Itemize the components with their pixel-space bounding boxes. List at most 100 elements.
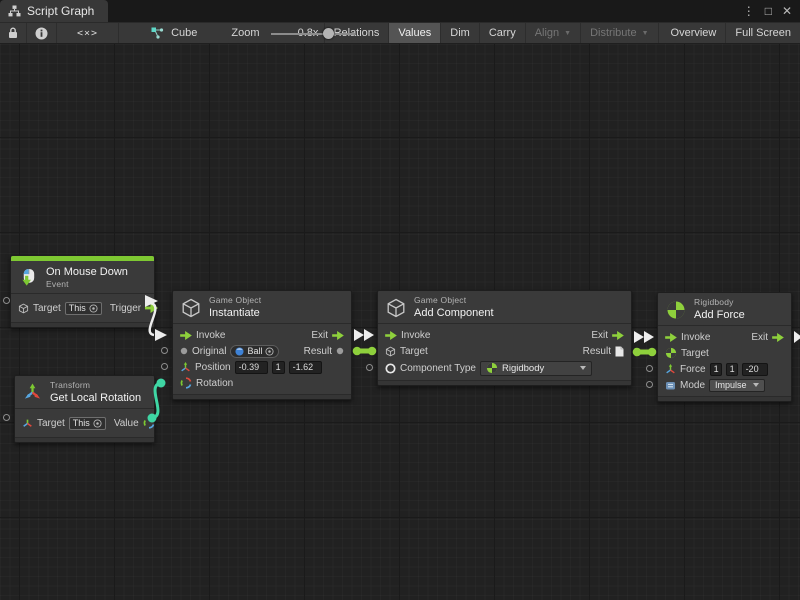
object-picker-icon[interactable] — [93, 419, 102, 428]
wire-arrowhead — [794, 331, 800, 343]
force-z-field[interactable]: -20 — [742, 363, 768, 376]
node-footer — [173, 394, 351, 399]
node-header[interactable]: Rigidbody Add Force — [658, 293, 791, 326]
wire-arrowhead — [354, 329, 364, 341]
type-port-icon[interactable] — [385, 363, 396, 374]
rotation-icon[interactable] — [143, 417, 155, 429]
node-header[interactable]: Transform Get Local Rotation — [15, 376, 154, 409]
zoom-slider[interactable] — [271, 23, 285, 45]
ball-icon — [235, 347, 244, 356]
node-add-component[interactable]: Game Object Add Component Invoke Exit — [377, 290, 632, 386]
rigidbody-icon[interactable] — [665, 347, 677, 359]
node-category: Transform — [50, 380, 141, 391]
tab-script-graph[interactable]: Script Graph — [0, 0, 108, 22]
mouse-icon — [19, 268, 38, 287]
port-circle[interactable] — [161, 363, 168, 370]
zoom-label: Zoom — [225, 23, 265, 43]
port-circle[interactable] — [646, 365, 653, 372]
position-port-label: Position — [195, 362, 231, 373]
wire-arrowhead — [634, 331, 644, 343]
node-on-mouse-down[interactable]: On Mouse Down Event Target This — [10, 255, 155, 328]
node-category: Rigidbody — [694, 297, 745, 308]
force-y-field[interactable]: 1 — [726, 363, 738, 376]
flow-arrow-icon[interactable] — [145, 303, 158, 313]
code-view-button[interactable]: <×> — [57, 23, 119, 43]
node-footer — [11, 322, 154, 327]
node-header[interactable]: Game Object Instantiate — [173, 291, 351, 324]
enum-icon[interactable] — [665, 380, 676, 391]
chevron-down-icon: ▼ — [642, 30, 649, 37]
node-header[interactable]: Game Object Add Component — [378, 291, 631, 324]
port-circle[interactable] — [161, 347, 168, 354]
object-picker-icon[interactable] — [265, 347, 274, 356]
node-footer — [15, 437, 154, 442]
node-header[interactable]: On Mouse Down Event — [11, 261, 154, 294]
cube-icon — [181, 298, 201, 318]
node-title: On Mouse Down — [46, 265, 128, 279]
rotation-icon[interactable] — [180, 377, 192, 389]
zoom-slider-track[interactable] — [271, 33, 355, 35]
port-circle[interactable] — [646, 381, 653, 388]
cube-icon — [386, 298, 406, 318]
port-circle[interactable] — [3, 297, 10, 304]
toolbar: <×> Cube Zoom 0.8x Relations Values — [0, 22, 800, 44]
port-circle[interactable] — [3, 414, 10, 421]
mode-dropdown[interactable]: Impulse — [709, 379, 765, 392]
force-x-field[interactable]: 1 — [710, 363, 722, 376]
position-z-field[interactable]: -1.62 — [289, 361, 322, 374]
script-graph-tab-icon — [8, 5, 21, 17]
game-object-icon — [18, 303, 29, 314]
flow-arrow-icon[interactable] — [772, 333, 784, 342]
values-button[interactable]: Values — [389, 23, 441, 43]
port-circle[interactable] — [366, 364, 373, 371]
target-value-field[interactable]: This — [69, 417, 106, 430]
position-axis-icon[interactable] — [180, 362, 191, 373]
menu-icon[interactable]: ⋮ — [743, 4, 755, 18]
value-port-icon[interactable] — [336, 347, 344, 355]
force-port-label: Force — [680, 364, 706, 375]
document-icon[interactable] — [615, 346, 624, 357]
node-category: Game Object — [209, 295, 261, 306]
force-axis-icon[interactable] — [665, 364, 676, 375]
target-value-field[interactable]: This — [65, 302, 102, 315]
graph-asset[interactable]: Cube — [145, 23, 203, 43]
wire-arrowhead — [364, 329, 374, 341]
dim-button[interactable]: Dim — [441, 23, 480, 43]
object-picker-icon[interactable] — [89, 304, 98, 313]
flow-arrow-icon[interactable] — [332, 331, 344, 340]
info-icon — [35, 27, 48, 40]
exit-port-label: Exit — [311, 330, 328, 341]
align-dropdown[interactable]: Align▼ — [526, 23, 581, 43]
original-port-label: Original — [192, 346, 226, 357]
original-object-field[interactable]: Ball — [230, 345, 279, 358]
info-button[interactable] — [27, 23, 57, 43]
maximize-icon[interactable]: □ — [765, 4, 772, 18]
node-title: Instantiate — [209, 306, 261, 320]
chevron-down-icon: ▼ — [564, 30, 571, 37]
invoke-port-label: Invoke — [401, 330, 430, 341]
flow-arrow-icon[interactable] — [385, 331, 397, 340]
node-add-force[interactable]: Rigidbody Add Force Invoke Exit — [657, 292, 792, 402]
close-icon[interactable]: ✕ — [782, 4, 792, 18]
node-footer — [658, 396, 791, 401]
flow-arrow-icon[interactable] — [665, 333, 677, 342]
flow-arrow-icon[interactable] — [180, 331, 192, 340]
node-footer — [378, 380, 631, 385]
component-type-dropdown[interactable]: Rigidbody — [480, 361, 592, 376]
transform-mini-icon — [22, 418, 33, 429]
value-port-icon[interactable] — [180, 347, 188, 355]
overview-button[interactable]: Overview — [662, 23, 727, 43]
mode-port-label: Mode — [680, 380, 705, 391]
distribute-dropdown[interactable]: Distribute▼ — [581, 23, 658, 43]
position-x-field[interactable]: -0.39 — [235, 361, 268, 374]
wire-arrowhead — [155, 329, 167, 341]
full-screen-button[interactable]: Full Screen — [726, 23, 800, 43]
game-object-icon[interactable] — [385, 346, 396, 357]
node-instantiate[interactable]: Game Object Instantiate Invoke Exit — [172, 290, 352, 400]
lock-button[interactable] — [0, 23, 27, 43]
flow-arrow-icon[interactable] — [612, 331, 624, 340]
node-get-local-rotation[interactable]: Transform Get Local Rotation Target This — [14, 375, 155, 443]
position-y-field[interactable]: 1 — [272, 361, 285, 374]
carry-button[interactable]: Carry — [480, 23, 526, 43]
graph-canvas[interactable]: On Mouse Down Event Target This — [0, 44, 800, 600]
